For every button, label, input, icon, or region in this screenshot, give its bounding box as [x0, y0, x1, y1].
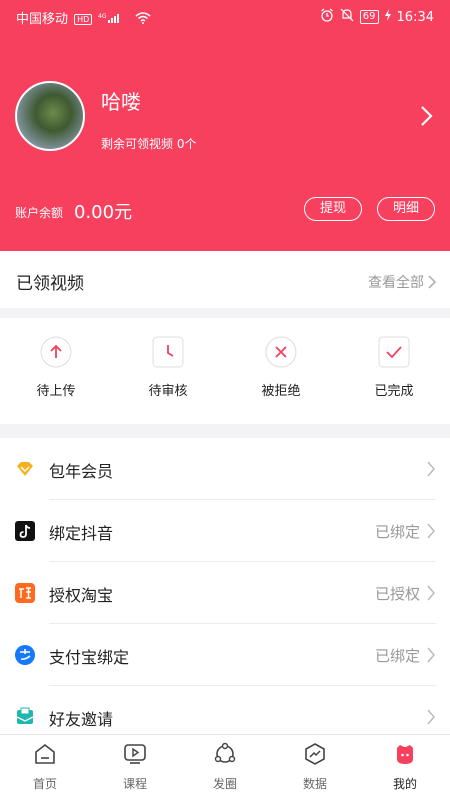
username: 哈喽: [101, 90, 141, 114]
menu-item-taobao[interactable]: 授权淘宝 已授权: [0, 562, 450, 624]
mine-icon: [392, 741, 418, 767]
profile-header: 中国移动 HD 4G 69 16:34 哈喽 剩余可领视频 0个 账户余额 0.…: [0, 0, 450, 251]
hd-badge: HD: [74, 14, 93, 25]
menu-item-douyin[interactable]: 绑定抖音 已绑定: [0, 500, 450, 562]
carrier-info: 中国移动 HD 4G: [16, 8, 151, 28]
chevron-right-icon: [428, 275, 436, 289]
balance-label: 账户余额: [15, 206, 64, 220]
data-icon: [302, 741, 328, 767]
home-icon: [32, 741, 58, 767]
status-label: 被拒绝: [261, 384, 301, 399]
upload-icon: [40, 336, 72, 368]
taobao-icon: [15, 583, 35, 603]
chevron-right-icon: [426, 523, 436, 539]
signal-icon: 4G: [98, 12, 128, 28]
menu-label: 包年会员: [49, 462, 114, 481]
tab-moments[interactable]: 发圈: [180, 741, 270, 792]
menu-value: 已绑定: [374, 647, 420, 665]
detail-button[interactable]: 明细: [377, 197, 435, 221]
avatar[interactable]: [15, 81, 85, 151]
video-status-row: 待上传 待审核 被拒绝 已完成: [0, 318, 450, 424]
alarm-icon: [320, 8, 334, 26]
chevron-right-icon: [426, 585, 436, 601]
status-label: 待上传: [36, 384, 76, 399]
status-right: 69 16:34: [320, 8, 434, 26]
mute-icon: [340, 8, 354, 26]
status-pending-review[interactable]: 待审核: [123, 336, 213, 399]
tab-label: 我的: [392, 777, 417, 791]
status-bar: 中国移动 HD 4G 69 16:34: [0, 0, 450, 32]
chevron-right-icon: [426, 709, 436, 725]
withdraw-button[interactable]: 提现: [304, 197, 362, 221]
menu-item-vip[interactable]: 包年会员: [0, 438, 450, 500]
charging-icon: [384, 9, 391, 25]
wifi-icon: [135, 11, 151, 28]
battery-indicator: 69: [359, 10, 379, 24]
tab-label: 数据: [302, 777, 327, 791]
status-label: 待审核: [148, 384, 188, 399]
balance-value: 0.00元: [74, 202, 133, 223]
reject-icon: [265, 336, 297, 368]
menu-item-invite[interactable]: 好友邀请: [0, 686, 450, 734]
tab-label: 首页: [32, 777, 57, 791]
status-completed[interactable]: 已完成: [349, 336, 439, 399]
remaining-videos: 剩余可领视频 0个: [101, 137, 197, 151]
alipay-icon: [15, 645, 35, 665]
tab-label: 发圈: [212, 777, 237, 791]
carrier-name: 中国移动: [16, 12, 69, 27]
clock-icon: [152, 336, 184, 368]
clock-time: 16:34: [396, 9, 434, 25]
menu-value: 已绑定: [374, 523, 420, 541]
check-icon: [378, 336, 410, 368]
menu-label: 授权淘宝: [49, 586, 114, 605]
bottom-tab-bar: 首页 课程 发圈 数据 我的: [0, 734, 450, 800]
douyin-icon: [15, 521, 35, 541]
tab-data[interactable]: 数据: [270, 741, 360, 792]
status-label: 已完成: [374, 384, 414, 399]
claimed-videos-header: 已领视频 查看全部: [0, 251, 450, 308]
status-rejected[interactable]: 被拒绝: [236, 336, 326, 399]
chevron-right-icon: [426, 647, 436, 663]
tab-label: 课程: [122, 777, 147, 791]
view-all-label: 查看全部: [368, 275, 424, 291]
tab-mine[interactable]: 我的: [360, 741, 450, 792]
chevron-right-icon: [426, 461, 436, 477]
moments-icon: [212, 741, 238, 767]
invite-icon: [15, 707, 35, 727]
menu-value: 已授权: [374, 585, 420, 603]
course-icon: [122, 741, 148, 767]
section-title: 已领视频: [16, 274, 84, 294]
status-pending-upload[interactable]: 待上传: [11, 336, 101, 399]
menu-label: 好友邀请: [49, 710, 114, 729]
profile-arrow-icon[interactable]: [416, 104, 436, 128]
menu-label: 支付宝绑定: [49, 648, 130, 667]
vip-diamond-icon: [15, 459, 35, 479]
tab-home[interactable]: 首页: [0, 741, 90, 792]
settings-menu: 包年会员 绑定抖音 已绑定 授权淘宝 已授权 支付宝绑定 已绑定 好友邀请: [0, 438, 450, 734]
menu-item-alipay[interactable]: 支付宝绑定 已绑定: [0, 624, 450, 686]
tab-course[interactable]: 课程: [90, 741, 180, 792]
svg-text:4G: 4G: [98, 13, 107, 20]
view-all-link[interactable]: 查看全部: [368, 272, 436, 292]
menu-label: 绑定抖音: [49, 524, 114, 543]
